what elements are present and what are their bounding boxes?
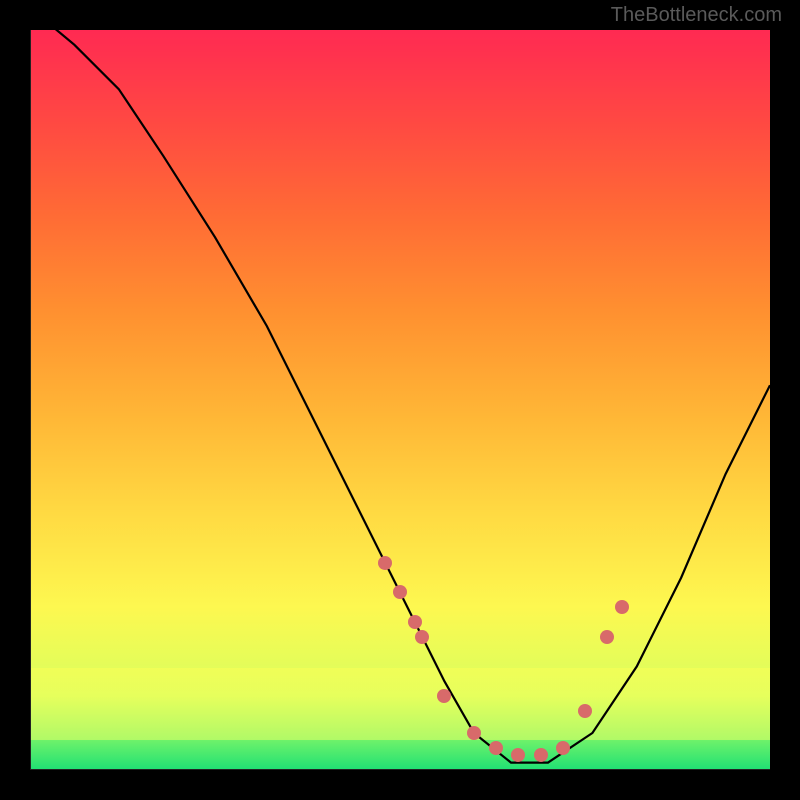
marker-dot xyxy=(408,615,422,629)
marker-dot xyxy=(415,630,429,644)
marker-dot xyxy=(467,726,481,740)
marker-dot xyxy=(615,600,629,614)
marker-dot xyxy=(556,741,570,755)
marker-dot xyxy=(437,689,451,703)
marker-dot xyxy=(534,748,548,762)
watermark-text: TheBottleneck.com xyxy=(611,4,782,27)
marker-dot xyxy=(378,556,392,570)
plot-area xyxy=(30,30,770,770)
bottleneck-curve xyxy=(30,30,770,763)
marker-dot xyxy=(489,741,503,755)
marker-dot xyxy=(511,748,525,762)
marker-dot xyxy=(578,704,592,718)
marker-dot xyxy=(393,585,407,599)
curve-svg xyxy=(30,30,770,770)
marker-dot xyxy=(600,630,614,644)
